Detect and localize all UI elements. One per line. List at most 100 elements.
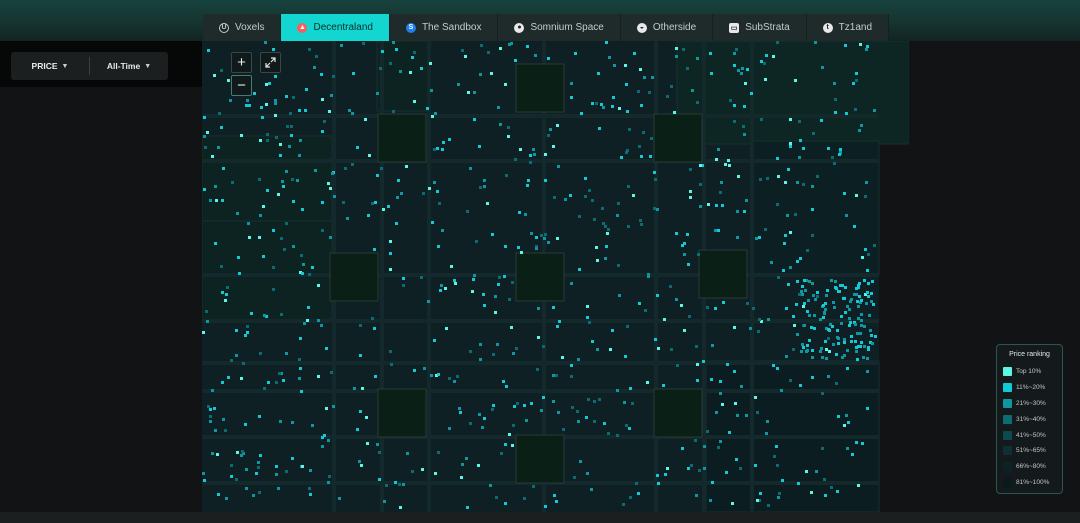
priced-parcel — [714, 307, 717, 310]
priced-parcel — [595, 102, 598, 105]
priced-parcel — [459, 411, 462, 414]
priced-parcel — [535, 247, 538, 250]
priced-parcel — [703, 467, 706, 470]
fullscreen-button[interactable] — [260, 52, 281, 73]
priced-parcel — [489, 484, 492, 487]
priced-parcel — [422, 192, 425, 195]
priced-parcel — [262, 205, 265, 208]
priced-parcel — [616, 389, 619, 392]
priced-parcel — [663, 318, 666, 321]
priced-parcel — [214, 429, 217, 432]
priced-parcel — [758, 318, 761, 321]
priced-parcel — [800, 350, 803, 353]
priced-parcel — [760, 118, 763, 121]
priced-parcel — [611, 105, 614, 108]
priced-parcel — [629, 496, 632, 499]
priced-parcel — [252, 494, 255, 497]
priced-parcel — [709, 52, 712, 55]
priced-parcel — [694, 439, 697, 442]
metric-select[interactable]: PRICE ▼ — [11, 61, 89, 71]
priced-parcel — [670, 85, 673, 88]
tab-voxels[interactable]: U Voxels — [203, 14, 282, 41]
priced-parcel — [803, 279, 806, 282]
priced-parcel — [240, 454, 243, 457]
priced-parcel — [799, 384, 802, 387]
priced-parcel — [231, 181, 234, 184]
tab-the-sandbox[interactable]: S The Sandbox — [389, 14, 499, 41]
priced-parcel — [245, 468, 248, 471]
priced-parcel — [715, 158, 718, 161]
priced-parcel — [433, 181, 436, 184]
priced-parcel — [562, 428, 565, 431]
priced-parcel — [794, 213, 797, 216]
priced-parcel — [746, 302, 749, 305]
price-ranking-legend: Price ranking Top 10% 11%~20% 21%~30% 31… — [996, 344, 1063, 494]
priced-parcel — [445, 327, 448, 330]
legend-label: 11%~20% — [1016, 384, 1046, 392]
priced-parcel — [837, 342, 840, 345]
priced-parcel — [796, 260, 799, 263]
priced-parcel — [664, 473, 667, 476]
priced-parcel — [796, 280, 799, 283]
priced-parcel — [591, 199, 594, 202]
priced-parcel — [394, 481, 397, 484]
district-block — [376, 41, 430, 112]
priced-parcel — [873, 244, 876, 247]
priced-parcel — [576, 410, 579, 413]
priced-parcel — [214, 185, 217, 188]
priced-parcel — [291, 457, 294, 460]
priced-parcel — [760, 60, 763, 63]
legend-swatch — [1003, 477, 1012, 487]
priced-parcel — [578, 268, 581, 271]
priced-parcel — [607, 432, 610, 435]
priced-parcel — [861, 256, 864, 259]
priced-parcel — [843, 192, 846, 195]
period-select[interactable]: All-Time ▼ — [90, 61, 168, 71]
priced-parcel — [866, 370, 869, 373]
priced-parcel — [637, 90, 640, 93]
priced-parcel — [257, 466, 260, 469]
priced-parcel — [832, 343, 835, 346]
tab-tz1and[interactable]: t Tz1and — [806, 14, 890, 41]
priced-parcel — [857, 484, 860, 487]
priced-parcel — [360, 464, 363, 467]
priced-parcel — [221, 291, 224, 294]
priced-parcel — [804, 289, 807, 292]
priced-parcel — [478, 413, 481, 416]
priced-parcel — [860, 124, 863, 127]
priced-parcel — [593, 400, 596, 403]
priced-parcel — [268, 82, 271, 85]
parcel-map-canvas[interactable] — [202, 41, 909, 512]
priced-parcel — [286, 125, 289, 128]
priced-parcel — [586, 472, 589, 475]
legend-swatch — [1003, 414, 1012, 424]
priced-parcel — [498, 276, 501, 279]
zoom-in-button[interactable]: + — [231, 52, 252, 73]
land-map[interactable] — [202, 41, 909, 512]
priced-parcel — [515, 347, 518, 350]
priced-parcel — [699, 164, 702, 167]
tab-otherside[interactable]: ◒ Otherside — [620, 14, 714, 41]
priced-parcel — [746, 68, 749, 71]
priced-parcel — [298, 154, 301, 157]
priced-parcel — [530, 232, 533, 235]
priced-parcel — [479, 343, 482, 346]
tab-decentraland[interactable]: ▲ Decentraland — [281, 14, 390, 41]
priced-parcel — [843, 354, 846, 357]
tab-substrata[interactable]: ▭ SubStrata — [713, 14, 807, 41]
priced-parcel — [683, 253, 686, 256]
priced-parcel — [263, 314, 266, 317]
priced-parcel — [675, 232, 678, 235]
priced-parcel — [340, 44, 343, 47]
priced-parcel — [225, 497, 228, 500]
tab-somnium-space[interactable]: ● Somnium Space — [498, 14, 621, 41]
priced-parcel — [281, 180, 284, 183]
priced-parcel — [815, 470, 818, 473]
priced-parcel — [436, 147, 439, 150]
priced-parcel — [437, 245, 440, 248]
priced-parcel — [327, 439, 330, 442]
priced-parcel — [514, 59, 517, 62]
priced-parcel — [721, 204, 724, 207]
zoom-out-button[interactable]: − — [231, 75, 252, 96]
priced-parcel — [300, 390, 303, 393]
